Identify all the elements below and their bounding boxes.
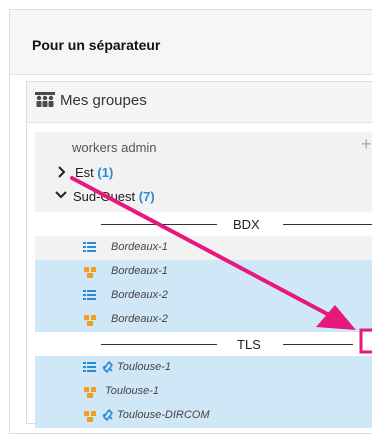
annotation-arrow bbox=[70, 176, 333, 318]
annotation-overlay bbox=[70, 176, 372, 354]
annotation-arrow-head bbox=[316, 305, 356, 330]
annotation-highlight-box bbox=[359, 328, 372, 354]
